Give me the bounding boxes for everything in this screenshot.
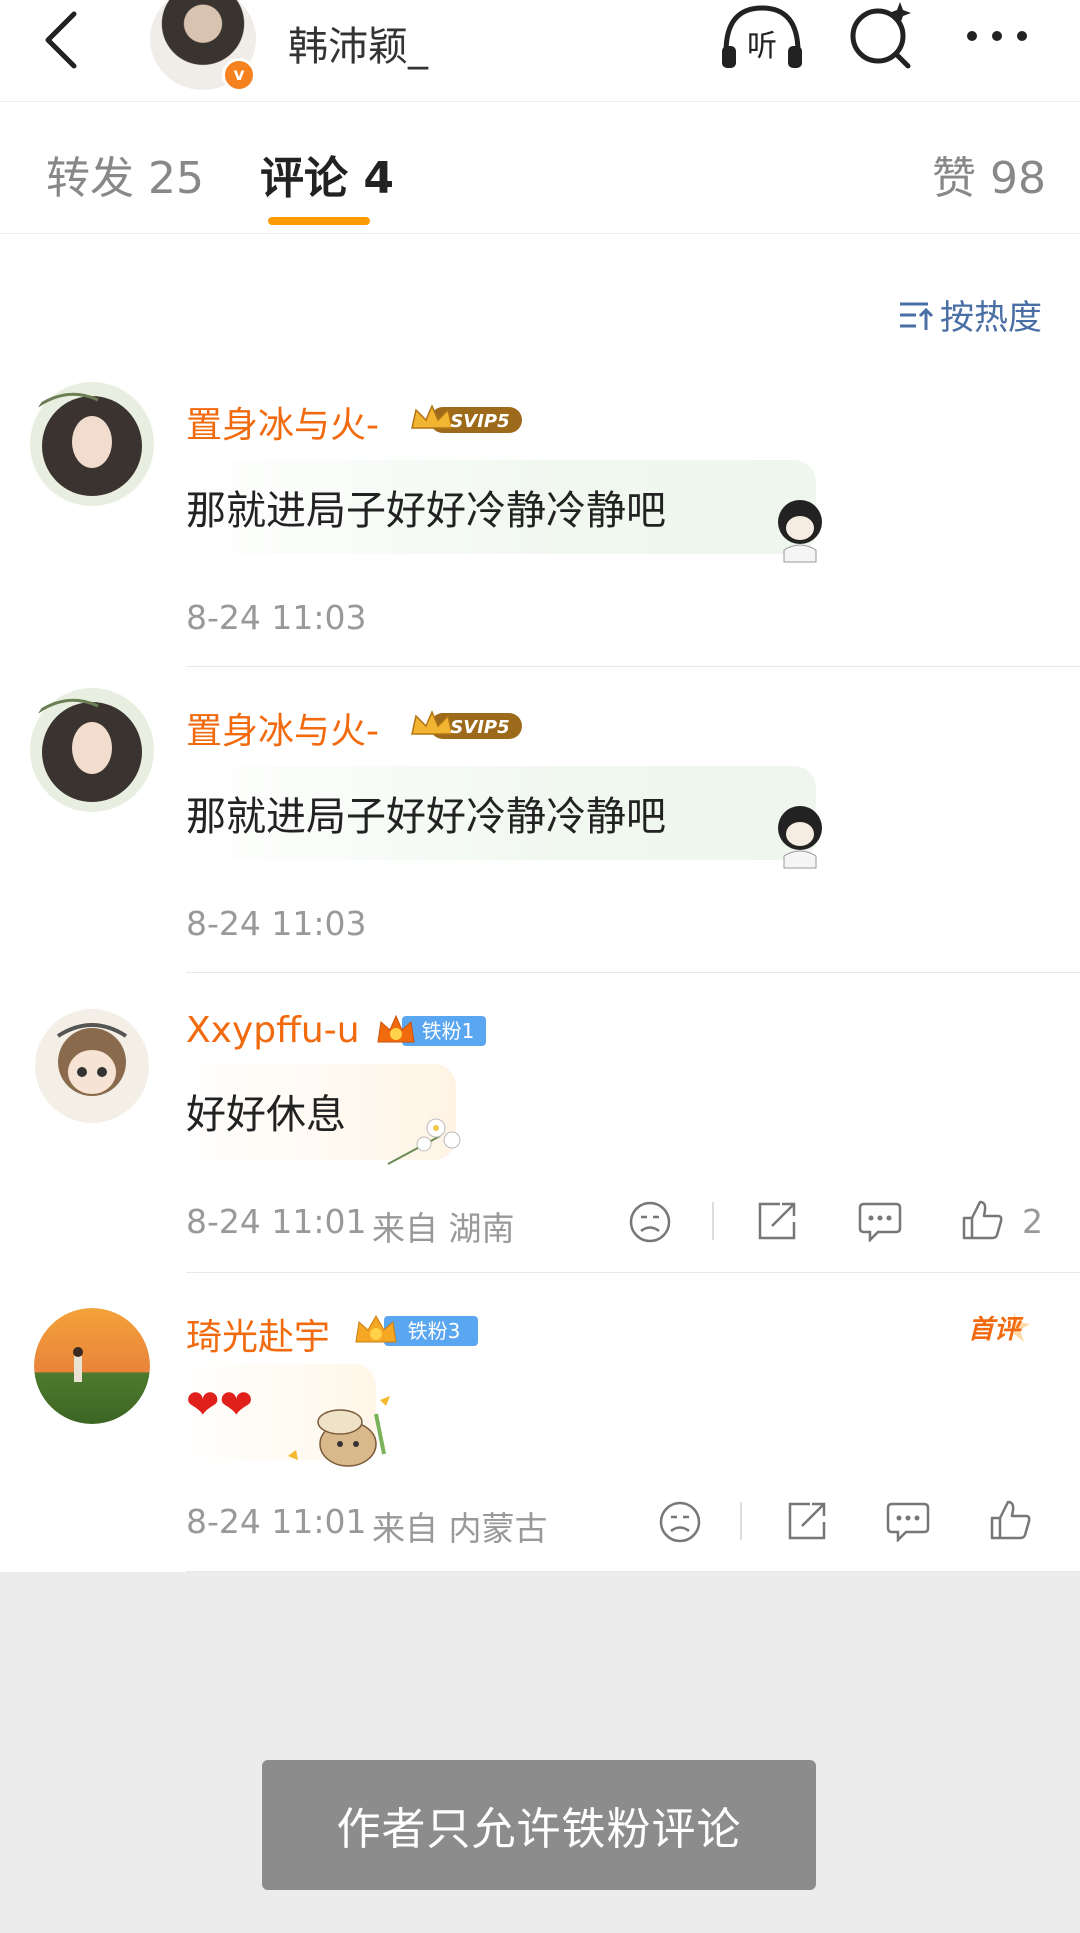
tab-comments-count: 4 xyxy=(363,153,394,204)
like-icon[interactable] xyxy=(988,1498,1032,1542)
divider xyxy=(186,972,1080,973)
iron-fan-badge: 铁粉3 xyxy=(355,1314,478,1346)
tab-comments[interactable]: 评论 4 xyxy=(260,142,394,206)
listen-icon[interactable]: 听 xyxy=(718,0,806,80)
comment-time: 8-24 11:01 xyxy=(186,1202,367,1241)
action-separator xyxy=(740,1502,742,1540)
commenter-name[interactable]: Xxypffu-u xyxy=(186,1010,360,1051)
comment-text: 好好休息 xyxy=(186,1092,346,1138)
like-icon[interactable] xyxy=(960,1198,1004,1242)
divider xyxy=(186,666,1080,667)
iron-fan-badge: 铁粉1 xyxy=(377,1014,486,1046)
comment-text: 那就进局子好好冷静冷静吧 xyxy=(186,794,666,840)
svip-badge: SVIP5 xyxy=(411,710,522,739)
top-bar: v 韩沛颖_ 听 xyxy=(0,0,1080,102)
commenter-avatar[interactable] xyxy=(34,1308,150,1424)
tab-reposts[interactable]: 转发 25 xyxy=(46,142,204,206)
comment-time: 8-24 11:01 xyxy=(186,1502,367,1541)
commenter-avatar[interactable] xyxy=(34,1008,150,1124)
comment-time: 8-24 11:03 xyxy=(186,904,367,943)
comment-time: 8-24 11:03 xyxy=(186,598,367,637)
flower-sticker-icon xyxy=(387,1118,461,1165)
commenter-name[interactable]: 置身冰与火- xyxy=(186,702,379,754)
tab-comments-label: 评论 xyxy=(260,153,348,204)
first-comment-badge: 首评 xyxy=(968,1312,1030,1345)
svg-text:铁粉1: 铁粉1 xyxy=(422,1019,475,1043)
svg-text:听: 听 xyxy=(747,29,777,64)
tab-reposts-count: 25 xyxy=(148,153,204,204)
reply-icon[interactable] xyxy=(886,1500,930,1542)
comment-location: 来自 内蒙古 xyxy=(372,1509,548,1548)
tab-likes-label: 赞 xyxy=(932,153,976,204)
tab-likes[interactable]: 赞 98 xyxy=(932,142,1046,206)
like-count: 2 xyxy=(1022,1202,1043,1241)
bear-sticker-icon xyxy=(288,1396,390,1467)
share-icon[interactable] xyxy=(756,1200,800,1242)
sort-label: 按热度 xyxy=(940,298,1042,338)
share-icon[interactable] xyxy=(786,1500,830,1542)
svg-text:SVIP5: SVIP5 xyxy=(450,717,509,738)
dislike-icon[interactable] xyxy=(628,1200,672,1244)
commenter-avatar[interactable] xyxy=(28,682,156,818)
tab-bar: 转发 25 评论 4 赞 98 xyxy=(0,102,1080,234)
svg-text:首评: 首评 xyxy=(968,1315,1024,1345)
back-icon[interactable] xyxy=(38,8,84,72)
more-icon[interactable] xyxy=(962,0,1032,80)
tab-reposts-label: 转发 xyxy=(46,153,134,204)
sort-by-hot-button[interactable]: 按热度 xyxy=(898,290,1042,339)
comment-restriction-notice: 作者只允许铁粉评论 xyxy=(262,1760,816,1890)
svip-badge: SVIP5 xyxy=(411,404,522,433)
author-name[interactable]: 韩沛颖_ xyxy=(288,14,428,72)
sort-icon xyxy=(900,302,934,330)
svg-text:SVIP5: SVIP5 xyxy=(450,411,509,432)
comment-text: ❤❤ xyxy=(186,1382,254,1428)
comment-text: 那就进局子好好冷静冷静吧 xyxy=(186,488,666,534)
divider xyxy=(186,1272,1080,1273)
bubble-sticker-icon xyxy=(778,500,822,563)
reply-icon[interactable] xyxy=(858,1200,902,1242)
svg-text:铁粉3: 铁粉3 xyxy=(408,1319,461,1343)
action-separator xyxy=(712,1202,714,1240)
dislike-icon[interactable] xyxy=(658,1500,702,1544)
verified-badge: v xyxy=(222,58,256,92)
tab-likes-count: 98 xyxy=(990,153,1046,204)
commenter-avatar[interactable] xyxy=(28,376,156,512)
bubble-sticker-icon xyxy=(778,806,822,869)
commenter-name[interactable]: 置身冰与火- xyxy=(186,396,379,448)
commenter-name[interactable]: 琦光赴宇 xyxy=(186,1308,330,1360)
comment-location: 来自 湖南 xyxy=(372,1209,515,1248)
search-icon[interactable] xyxy=(848,0,916,80)
active-tab-indicator xyxy=(268,217,370,225)
